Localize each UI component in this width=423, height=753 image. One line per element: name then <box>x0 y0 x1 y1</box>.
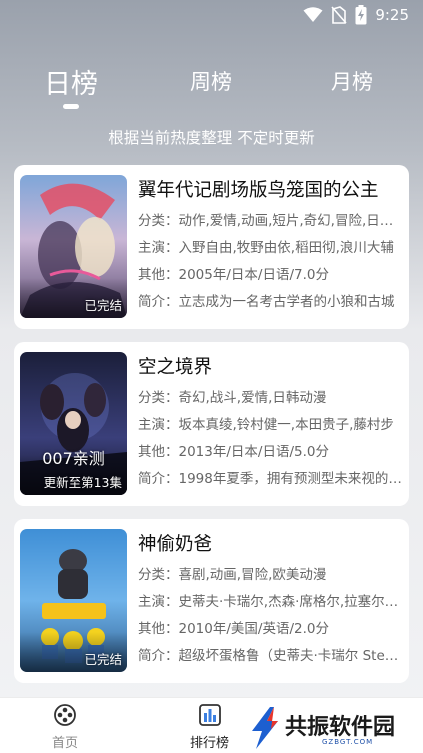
watermark: 共振软件园 GZBGT.COM <box>244 703 423 753</box>
watermark-subtext: GZBGT.COM <box>322 738 374 746</box>
status-badge: 更新至第13集 <box>43 475 122 490</box>
item-cast: 主演：坂本真绫,铃村健一,本田贵子,藤村步 <box>138 417 394 433</box>
nav-home-label: 首页 <box>52 736 79 751</box>
poster-image: 已完结 <box>20 529 127 672</box>
list-item[interactable]: 已完结 翼年代记剧场版鸟笼国的公主 分类：动作,爱情,动画,短片,奇幻,冒险,日… <box>14 165 409 329</box>
list-item[interactable]: 007亲测 更新至第13集 空之境界 分类：奇幻,战斗,爱情,日韩动漫 主演：坂… <box>14 342 409 506</box>
nav-ranking[interactable]: 排行榜 <box>190 704 229 751</box>
item-other: 其他：2013年/日本/日语/5.0分 <box>138 444 329 460</box>
item-intro: 简介：1998年夏季，拥有预测型未来视的少女 <box>138 471 402 487</box>
item-cast: 主演：入野自由,牧野由依,稻田彻,浪川大辅 <box>138 240 394 256</box>
list-item[interactable]: 已完结 神偷奶爸 分类：喜剧,动画,冒险,欧美动漫 主演：史蒂夫·卡瑞尔,杰森·… <box>14 519 409 683</box>
status-badge: 已完结 <box>84 652 122 667</box>
status-badge: 已完结 <box>84 298 122 313</box>
nav-home[interactable]: 首页 <box>52 704 78 751</box>
poster-image: 007亲测 更新至第13集 <box>20 352 127 495</box>
tab-monthly[interactable]: 月榜 <box>331 66 373 96</box>
poster-overlay-text: 007亲测 <box>42 449 105 468</box>
wifi-icon <box>303 7 323 22</box>
item-category: 分类：喜剧,动画,冒险,欧美动漫 <box>138 567 327 583</box>
poster-image: 已完结 <box>20 175 127 318</box>
status-bar: 9:25 <box>0 0 423 30</box>
item-other: 其他：2005年/日本/日语/7.0分 <box>138 267 329 283</box>
tab-weekly[interactable]: 周榜 <box>190 66 232 96</box>
item-intro: 简介：立志成为一名考古学者的小狼和古城 <box>138 294 395 310</box>
item-intro: 简介：超级坏蛋格鲁（史蒂夫·卡瑞尔 Steve Carell） <box>138 648 402 664</box>
item-other: 其他：2010年/美国/英语/2.0分 <box>138 621 329 637</box>
ranking-subtitle: 根据当前热度整理 不定时更新 <box>108 129 315 147</box>
item-category: 分类：奇幻,战斗,爱情,日韩动漫 <box>138 390 327 406</box>
battery-charging-icon <box>355 5 367 25</box>
no-sim-icon <box>331 6 347 24</box>
film-reel-icon <box>54 704 76 726</box>
tab-daily[interactable]: 日榜 <box>44 62 98 101</box>
item-title: 翼年代记剧场版鸟笼国的公主 <box>138 180 379 201</box>
item-category: 分类：动作,爱情,动画,短片,奇幻,冒险,日韩动漫 <box>138 213 402 229</box>
item-title: 神偷奶爸 <box>138 534 213 555</box>
ranking-icon <box>198 704 221 726</box>
active-tab-indicator <box>63 104 79 109</box>
item-cast: 主演：史蒂夫·卡瑞尔,杰森·席格尔,拉塞尔·布兰德 <box>138 594 402 610</box>
item-title: 空之境界 <box>138 357 213 378</box>
watermark-text: 共振软件园 <box>285 715 396 740</box>
watermark-logo <box>252 707 278 749</box>
nav-ranking-label: 排行榜 <box>190 736 230 751</box>
clock: 9:25 <box>375 6 409 24</box>
